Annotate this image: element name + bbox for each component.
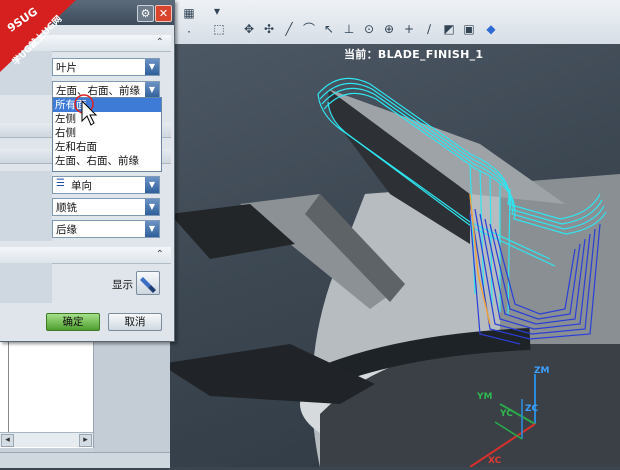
- start-position-dropdown[interactable]: 后缘 ▼: [52, 220, 160, 238]
- perpendicular-icon[interactable]: ⊥: [342, 22, 356, 36]
- axis-label-zm: ZM: [534, 366, 550, 376]
- gear-icon[interactable]: ⚙: [137, 5, 154, 22]
- chevron-down-icon[interactable]: ▼: [145, 199, 159, 215]
- label-band-2: [0, 171, 52, 241]
- chevron-down-icon[interactable]: ▾: [210, 4, 224, 18]
- show-label: 显示: [112, 279, 133, 291]
- zigzag-icon: ☰: [56, 178, 65, 189]
- left-panel-side: [93, 340, 170, 467]
- scroll-left-icon[interactable]: ◂: [1, 434, 14, 447]
- chevron-up-icon[interactable]: ⌃: [156, 249, 164, 260]
- chevron-down-icon[interactable]: ▼: [145, 59, 159, 75]
- start-position-value: 后缘: [56, 224, 77, 236]
- cut-direction-value: 顺铣: [56, 202, 77, 214]
- scroll-right-icon[interactable]: ▸: [79, 434, 92, 447]
- snap-icon[interactable]: ✣: [262, 22, 276, 36]
- target-icon[interactable]: ⊕: [382, 22, 396, 36]
- close-icon[interactable]: ✕: [155, 5, 172, 22]
- current-operation-name: BLADE_FINISH_1: [377, 48, 484, 61]
- chevron-down-icon[interactable]: ▼: [145, 177, 159, 193]
- cut-direction-dropdown[interactable]: 顺铣 ▼: [52, 198, 160, 216]
- graphics-viewport[interactable]: ZM YM ZC YC XC: [160, 44, 620, 468]
- select-box-icon[interactable]: ⬚: [212, 22, 226, 36]
- cube-gray-icon[interactable]: ▣: [462, 22, 476, 36]
- option-left-right-leading[interactable]: 左面、右面、前缘: [53, 154, 161, 168]
- axis-label-ym: YM: [477, 392, 493, 402]
- flashlight-icon: [140, 277, 156, 293]
- tree-line: [8, 338, 9, 434]
- chevron-down-icon[interactable]: ▼: [145, 221, 159, 237]
- current-prefix: 当前：: [344, 48, 378, 61]
- toolbar-icon-1[interactable]: ▦: [182, 6, 196, 20]
- show-toolpath-button[interactable]: [136, 271, 160, 295]
- axis-label-yc: YC: [500, 409, 513, 419]
- line-icon[interactable]: ╱: [282, 22, 296, 36]
- label-band-3: [0, 263, 52, 303]
- cut-surfaces-options[interactable]: 所有面 左侧 右侧 左和右面 左面、右面、前缘: [52, 97, 162, 172]
- move-icon[interactable]: ✥: [242, 22, 256, 36]
- horizontal-scrollbar[interactable]: ◂ ▸: [0, 432, 93, 447]
- chevron-down-icon[interactable]: ▼: [145, 82, 159, 98]
- axis-label-zc: ZC: [525, 404, 539, 414]
- status-bar: [0, 452, 170, 468]
- site-logo: 9SUG 学UG就上UG网: [0, 0, 76, 72]
- ok-button[interactable]: 确定: [46, 313, 100, 331]
- model-view: [160, 77, 620, 468]
- plus-icon[interactable]: +: [402, 22, 416, 36]
- circle-point-icon[interactable]: ⊙: [362, 22, 376, 36]
- option-right-side[interactable]: 右侧: [53, 126, 161, 140]
- cut-pattern-dropdown[interactable]: 单向 ☰ ▼: [52, 176, 160, 194]
- face-icon[interactable]: ◩: [442, 22, 456, 36]
- section-header-2[interactable]: ⌃: [0, 247, 171, 264]
- slash-icon[interactable]: ∕: [422, 22, 436, 36]
- axis-label-xc: XC: [488, 456, 502, 466]
- cube-blue-icon[interactable]: ◆: [484, 22, 498, 36]
- dot-icon[interactable]: ·: [182, 25, 196, 39]
- mouse-cursor-icon: [74, 94, 98, 126]
- cancel-button[interactable]: 取消: [108, 313, 162, 331]
- chevron-up-icon[interactable]: ⌃: [156, 37, 164, 48]
- option-left-and-right[interactable]: 左和右面: [53, 140, 161, 154]
- current-operation-label: 当前：BLADE_FINISH_1: [344, 46, 483, 62]
- cut-pattern-value: 单向: [71, 180, 92, 192]
- arrow-icon[interactable]: ↖: [322, 22, 336, 36]
- top-toolbar: ▦ ▾ · ⬚ ✥ ✣ ╱ ⌒ ↖ ⊥ ⊙ ⊕ + ∕ ◩ ▣ ◆: [170, 0, 620, 45]
- curve-icon[interactable]: ⌒: [302, 22, 316, 36]
